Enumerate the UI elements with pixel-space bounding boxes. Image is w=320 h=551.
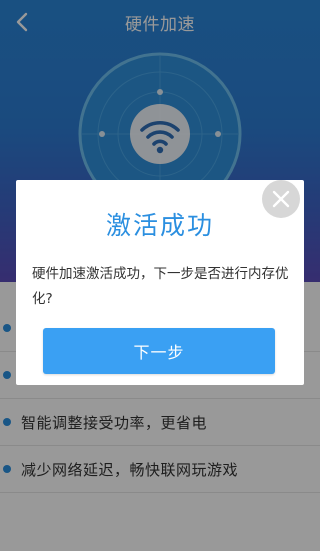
dialog-message: 硬件加速激活成功，下一步是否进行内存优化? — [32, 266, 289, 307]
activation-dialog: 激活成功 硬件加速激活成功，下一步是否进行内存优化? 下一步 — [16, 180, 304, 385]
next-step-button[interactable]: 下一步 — [43, 328, 275, 374]
close-icon — [272, 190, 290, 208]
close-button[interactable] — [262, 180, 300, 218]
next-step-label: 下一步 — [133, 343, 185, 362]
dialog-title: 激活成功 — [105, 211, 214, 240]
